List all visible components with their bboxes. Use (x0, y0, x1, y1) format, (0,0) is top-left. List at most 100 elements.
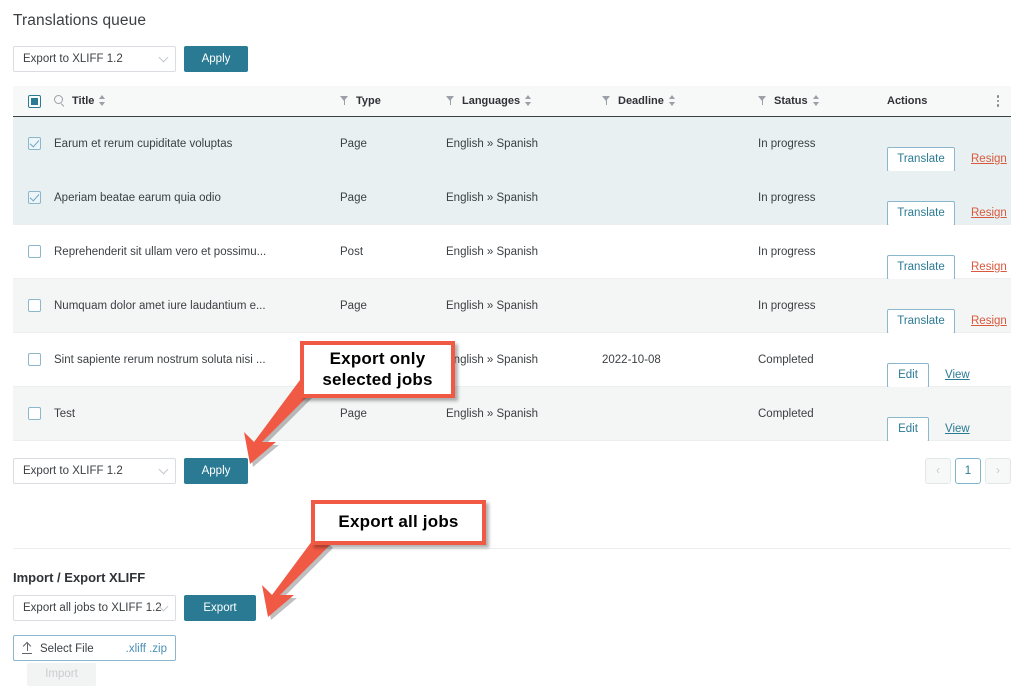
row-action-link[interactable]: Resign (971, 240, 1007, 279)
checkbox-icon (28, 191, 41, 204)
table-options-menu-icon[interactable] (991, 95, 1005, 109)
cell-type: Page (340, 117, 440, 171)
cell-status: Completed (758, 333, 888, 387)
column-header-title-label: Title (72, 95, 94, 107)
table-row[interactable]: Numquam dolor amet iure laudantium e...P… (13, 279, 1011, 333)
translations-queue-page: Translations queue Export to XLIFF 1.2 A… (0, 0, 1024, 696)
pagination: ‹1› (921, 458, 1011, 484)
cell-actions: Translate Resign (887, 171, 1011, 225)
column-header-languages-label: Languages (462, 95, 520, 107)
export-all-format-value: Export all jobs to XLIFF 1.2 (23, 602, 162, 614)
cell-status: Completed (758, 387, 888, 441)
chevron-down-icon (159, 53, 169, 63)
column-header-actions-label: Actions (887, 95, 927, 107)
cell-actions: Translate Resign (887, 225, 1011, 279)
cell-languages: English » Spanish (446, 279, 606, 333)
cell-deadline (602, 117, 742, 171)
upload-icon-base (22, 653, 32, 654)
cell-languages: English » Spanish (446, 117, 606, 171)
row-action-link[interactable]: Resign (971, 294, 1007, 333)
table-row[interactable]: Aperiam beatae earum quia odioPageEnglis… (13, 171, 1011, 225)
row-action-button[interactable]: Translate (887, 255, 955, 280)
pagination-prev-button[interactable]: ‹ (925, 458, 951, 484)
cell-languages: English » Spanish (446, 171, 606, 225)
cell-languages: English » Spanish (446, 333, 606, 387)
row-checkbox[interactable] (28, 299, 41, 312)
annotation-callout-all: Export all jobs (311, 500, 486, 545)
sort-icon[interactable] (525, 95, 533, 106)
top-export-format-select[interactable]: Export to XLIFF 1.2 (13, 46, 176, 72)
section-divider (13, 548, 1011, 549)
checkbox-icon (28, 353, 41, 366)
top-export-format-value: Export to XLIFF 1.2 (23, 53, 123, 65)
bottom-export-format-select[interactable]: Export to XLIFF 1.2 (13, 458, 176, 484)
select-all-checkbox[interactable] (28, 95, 41, 108)
annotation-callout-selected: Export only selected jobs (300, 341, 455, 398)
checkbox-icon (28, 95, 41, 108)
row-checkbox[interactable] (28, 407, 41, 420)
row-action-button[interactable]: Edit (887, 417, 929, 442)
column-header-status-label: Status (774, 95, 808, 107)
cell-type: Page (340, 279, 440, 333)
cell-actions: Translate Resign (887, 279, 1011, 333)
row-checkbox[interactable] (28, 137, 41, 150)
table-row[interactable]: Earum et rerum cupiditate voluptasPageEn… (13, 117, 1011, 171)
filter-icon[interactable] (340, 96, 349, 105)
export-button[interactable]: Export (184, 595, 256, 621)
column-header-type[interactable]: Type (340, 86, 440, 117)
filter-icon[interactable] (758, 96, 767, 105)
row-action-button[interactable]: Translate (887, 309, 955, 334)
annotation-arrow-all (248, 533, 358, 623)
sort-icon[interactable] (669, 95, 677, 106)
table-row[interactable]: TestPageEnglish » SpanishCompletedEditVi… (13, 387, 1011, 441)
row-action-link[interactable]: View (945, 348, 970, 387)
pagination-next-button[interactable]: › (985, 458, 1011, 484)
filter-icon[interactable] (602, 96, 611, 105)
sort-icon[interactable] (813, 95, 821, 106)
cell-status: In progress (758, 171, 888, 225)
checkbox-icon (28, 299, 41, 312)
cell-type: Page (340, 171, 440, 225)
import-button[interactable]: Import (27, 663, 96, 686)
filter-icon[interactable] (446, 96, 455, 105)
row-checkbox[interactable] (28, 245, 41, 258)
table-row[interactable]: Sint sapiente rerum nostrum soluta nisi … (13, 333, 1011, 387)
cell-actions: Translate Resign (887, 117, 1011, 171)
dot (997, 104, 1000, 107)
row-action-button[interactable]: Translate (887, 147, 955, 172)
table-body: Earum et rerum cupiditate voluptasPageEn… (13, 117, 1011, 441)
column-header-title[interactable]: Title (54, 86, 334, 117)
row-action-link[interactable]: Resign (971, 132, 1007, 171)
cell-title: Sint sapiente rerum nostrum soluta nisi … (54, 333, 334, 387)
export-all-format-select[interactable]: Export all jobs to XLIFF 1.2 (13, 595, 176, 621)
select-file-input[interactable]: Select File .xliff .zip (13, 635, 176, 661)
column-header-languages[interactable]: Languages (446, 86, 606, 117)
cell-status: In progress (758, 279, 888, 333)
row-action-link[interactable]: View (945, 402, 970, 441)
top-apply-button[interactable]: Apply (184, 46, 248, 72)
cell-status: In progress (758, 117, 888, 171)
cell-languages: English » Spanish (446, 225, 606, 279)
page-title: Translations queue (13, 12, 146, 30)
cell-deadline (602, 387, 742, 441)
chevron-down-icon (159, 465, 169, 475)
accepted-file-extensions: .xliff .zip (126, 636, 167, 662)
column-header-deadline[interactable]: Deadline (602, 86, 742, 117)
column-header-status[interactable]: Status (758, 86, 888, 117)
row-action-button[interactable]: Translate (887, 201, 955, 226)
row-action-link[interactable]: Resign (971, 186, 1007, 225)
cell-languages: English » Spanish (446, 387, 606, 441)
row-checkbox[interactable] (28, 353, 41, 366)
search-icon[interactable] (54, 95, 64, 105)
row-checkbox[interactable] (28, 191, 41, 204)
column-header-type-label: Type (356, 95, 381, 107)
checkbox-icon (28, 245, 41, 258)
bottom-export-format-value: Export to XLIFF 1.2 (23, 465, 123, 477)
cell-actions: Edit View (887, 387, 1011, 441)
row-action-button[interactable]: Edit (887, 363, 929, 388)
pagination-page-1[interactable]: 1 (955, 458, 981, 484)
cell-status: In progress (758, 225, 888, 279)
table-row[interactable]: Reprehenderit sit ullam vero et possimu.… (13, 225, 1011, 279)
dot (997, 95, 1000, 98)
sort-icon[interactable] (99, 95, 107, 106)
